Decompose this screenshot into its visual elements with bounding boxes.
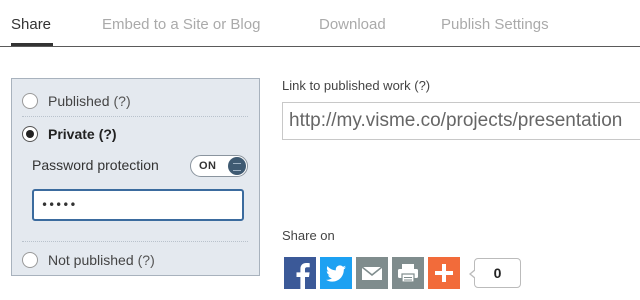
more-share-button[interactable] bbox=[428, 257, 460, 289]
twitter-share-button[interactable] bbox=[320, 257, 352, 289]
share-count-badge: 0 bbox=[469, 258, 521, 288]
toggle-knob-icon bbox=[228, 157, 246, 175]
tab-download[interactable]: Download bbox=[319, 16, 386, 33]
option-private[interactable]: Private (?) bbox=[22, 126, 117, 142]
email-share-button[interactable] bbox=[356, 257, 388, 289]
toggle-state-text: ON bbox=[199, 160, 217, 172]
tab-embed[interactable]: Embed to a Site or Blog bbox=[102, 16, 260, 33]
active-tab-indicator bbox=[11, 43, 53, 46]
private-radio[interactable] bbox=[22, 126, 38, 142]
published-help-link[interactable]: (?) bbox=[114, 93, 131, 109]
facebook-share-button[interactable] bbox=[284, 257, 316, 289]
publish-options-panel: Published (?) Private (?) Password prote… bbox=[11, 78, 260, 276]
not-published-radio[interactable] bbox=[22, 252, 38, 268]
tab-bar: Share Embed to a Site or Blog Download P… bbox=[0, 0, 640, 47]
twitter-icon bbox=[320, 257, 352, 289]
share-on-label: Share on bbox=[282, 228, 335, 243]
not-published-label: Not published bbox=[48, 252, 134, 268]
private-label: Private bbox=[48, 126, 95, 142]
divider bbox=[22, 241, 248, 242]
plus-icon bbox=[428, 257, 460, 289]
not-published-help-link[interactable]: (?) bbox=[138, 252, 155, 268]
print-button[interactable] bbox=[392, 257, 424, 289]
password-toggle[interactable]: ON bbox=[190, 155, 248, 177]
password-input[interactable] bbox=[32, 189, 244, 221]
printer-icon bbox=[392, 257, 424, 289]
option-not-published[interactable]: Not published (?) bbox=[22, 252, 155, 268]
published-label: Published bbox=[48, 93, 110, 109]
divider bbox=[22, 116, 248, 117]
mail-icon bbox=[356, 257, 388, 289]
published-link-field[interactable] bbox=[282, 102, 640, 140]
tab-share[interactable]: Share bbox=[11, 16, 51, 33]
published-radio[interactable] bbox=[22, 93, 38, 109]
link-label: Link to published work (?) bbox=[282, 78, 431, 93]
option-published[interactable]: Published (?) bbox=[22, 93, 131, 109]
private-help-link[interactable]: (?) bbox=[99, 126, 117, 142]
facebook-icon bbox=[284, 257, 316, 289]
tab-publish-settings[interactable]: Publish Settings bbox=[441, 16, 549, 33]
password-protection-label: Password protection bbox=[32, 157, 159, 173]
